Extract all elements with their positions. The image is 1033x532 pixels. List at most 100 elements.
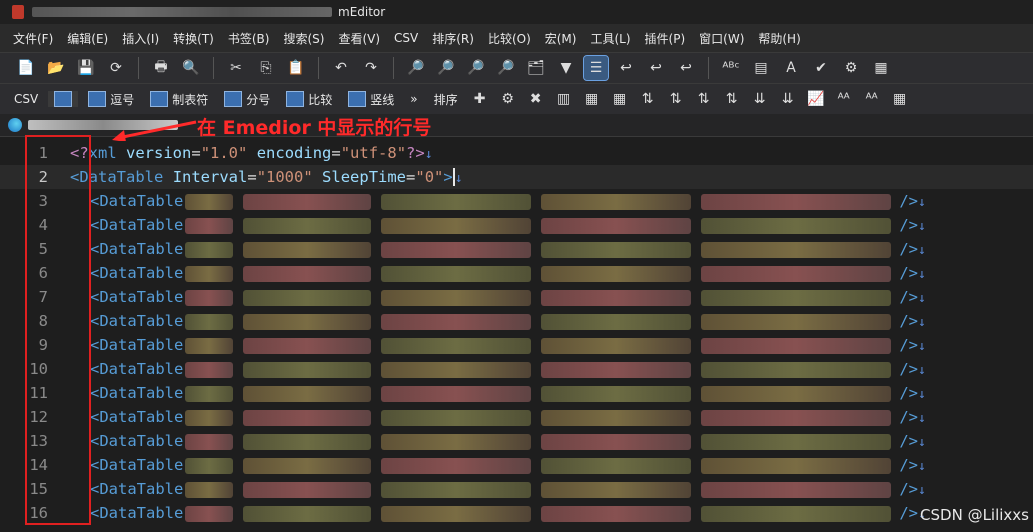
window-wrap-icon[interactable]: ↩: [644, 56, 668, 80]
more-icon[interactable]: ▦: [869, 56, 893, 80]
find-in-files-icon[interactable]: 🗂: [524, 56, 548, 80]
editor-line[interactable]: 8 <DataTable/>↓: [0, 309, 1033, 333]
blurred-attribute: [381, 361, 532, 378]
spell-check-icon[interactable]: ᴬᴮᶜ: [719, 56, 743, 80]
menu-csv[interactable]: CSV: [387, 31, 425, 45]
gear-icon[interactable]: ⚙: [496, 87, 520, 111]
find-next-icon[interactable]: 🔎: [434, 56, 458, 80]
menu-tools[interactable]: 工具(L): [583, 30, 637, 47]
copy-icon[interactable]: ⎘: [254, 56, 278, 80]
editor-area[interactable]: 1 <?xml version="1.0" encoding="utf-8"?>…: [0, 141, 1033, 532]
menu-convert[interactable]: 转换(T): [166, 30, 221, 47]
val-sleeptime: "0": [415, 167, 444, 186]
editor-line-current[interactable]: 2 <DataTable Interval="1000" SleepTime="…: [0, 165, 1033, 189]
menu-search[interactable]: 搜索(S): [276, 30, 331, 47]
paste-icon[interactable]: 📋: [284, 56, 308, 80]
cut-icon[interactable]: ✂: [224, 56, 248, 80]
editor-line[interactable]: 14 <DataTable/>↓: [0, 453, 1033, 477]
editor-line[interactable]: 9 <DataTable/>↓: [0, 333, 1033, 357]
csv-semicolon-button[interactable]: 分号: [218, 91, 276, 108]
csv-comma-button[interactable]: 逗号: [82, 91, 140, 108]
tag-datatable: <DataTable: [90, 336, 184, 354]
menu-edit[interactable]: 编辑(E): [60, 30, 115, 47]
menu-plugins[interactable]: 插件(P): [638, 30, 693, 47]
editor-line[interactable]: 10 <DataTable/>↓: [0, 357, 1033, 381]
tag-self-close: />: [899, 288, 918, 306]
newline-icon: ↓: [918, 243, 926, 258]
csv-compare-button[interactable]: 比较: [280, 91, 338, 108]
redo-icon[interactable]: ↷: [359, 56, 383, 80]
menu-help[interactable]: 帮助(H): [751, 30, 807, 47]
print-icon[interactable]: 🖶: [149, 56, 173, 80]
xml-decl-name: xml: [88, 144, 117, 162]
editor-line[interactable]: 1 <?xml version="1.0" encoding="utf-8"?>…: [0, 141, 1033, 165]
sort-num-icon[interactable]: ⇅: [692, 87, 716, 111]
outline-icon[interactable]: ▤: [749, 56, 773, 80]
editor-line[interactable]: 3 <DataTable/>↓: [0, 189, 1033, 213]
table-icon[interactable]: ▦: [608, 87, 632, 111]
blurred-attribute: [243, 505, 372, 522]
properties-icon[interactable]: ✔: [809, 56, 833, 80]
csv-label[interactable]: CSV: [8, 92, 44, 106]
plus-icon[interactable]: ✚: [468, 87, 492, 111]
window-title: mEditor: [338, 5, 386, 19]
new-file-icon[interactable]: 📄: [14, 56, 38, 80]
find-prev-icon[interactable]: 🔎: [464, 56, 488, 80]
page-wrap-icon[interactable]: ↩: [674, 56, 698, 80]
customize-icon[interactable]: ⚙: [839, 56, 863, 80]
sort-num-desc-icon[interactable]: ⇅: [720, 87, 744, 111]
replace-icon[interactable]: 🔎: [494, 56, 518, 80]
dedupe2-icon[interactable]: ᴬᴬ: [860, 87, 884, 111]
csv-pipe-button[interactable]: 竖线: [342, 91, 400, 108]
editor-line[interactable]: 11 <DataTable/>↓: [0, 381, 1033, 405]
menu-window[interactable]: 窗口(W): [692, 30, 751, 47]
reload-icon[interactable]: ⟳: [104, 56, 128, 80]
menu-compare[interactable]: 比较(O): [481, 30, 538, 47]
menu-macro[interactable]: 宏(M): [538, 30, 584, 47]
blurred-attribute: [185, 241, 234, 258]
tag-datatable: <DataTable: [90, 504, 184, 522]
blurred-attribute: [541, 385, 692, 402]
chart-icon[interactable]: 📈: [804, 87, 828, 111]
font-icon[interactable]: A: [779, 56, 803, 80]
find-icon[interactable]: 🔎: [404, 56, 428, 80]
editor-line[interactable]: 6 <DataTable/>↓: [0, 261, 1033, 285]
print-preview-icon[interactable]: 🔍: [179, 56, 203, 80]
sort-length-desc-icon[interactable]: ⇊: [776, 87, 800, 111]
chevron-right-icon[interactable]: »: [404, 92, 423, 106]
tools-icon[interactable]: ✖: [524, 87, 548, 111]
menu-insert[interactable]: 插入(I): [115, 30, 166, 47]
csv-mode-button[interactable]: [48, 91, 79, 107]
newline-icon: ↓: [918, 219, 926, 234]
filter-icon[interactable]: ▼: [554, 56, 578, 80]
columns-icon[interactable]: ▥: [552, 87, 576, 111]
editor-line[interactable]: 5 <DataTable/>↓: [0, 237, 1033, 261]
menu-file[interactable]: 文件(F): [6, 30, 60, 47]
menu-sort[interactable]: 排序(R): [425, 30, 481, 47]
editor-line[interactable]: 12 <DataTable/>↓: [0, 405, 1033, 429]
table-edit-icon[interactable]: ▦: [580, 87, 604, 111]
editor-line[interactable]: 16 <DataTable/>↓: [0, 501, 1033, 525]
blurred-attribute: [243, 313, 372, 330]
csv-tab-button[interactable]: 制表符: [144, 91, 214, 108]
menu-bookmark[interactable]: 书签(B): [221, 30, 277, 47]
blurred-attribute: [243, 217, 372, 234]
sort-az-icon[interactable]: ⇅: [636, 87, 660, 111]
editor-line[interactable]: 7 <DataTable/>↓: [0, 285, 1033, 309]
sort-length-icon[interactable]: ⇊: [748, 87, 772, 111]
wrap-icon[interactable]: ☰: [583, 55, 609, 81]
sort-za-icon[interactable]: ⇅: [664, 87, 688, 111]
more-grid-icon[interactable]: ▦: [888, 87, 912, 111]
editor-line[interactable]: 4 <DataTable/>↓: [0, 213, 1033, 237]
open-folder-icon[interactable]: 📂: [44, 56, 68, 80]
sort-label[interactable]: 排序: [428, 91, 464, 108]
word-wrap-icon[interactable]: ↩: [614, 56, 638, 80]
menu-view[interactable]: 查看(V): [331, 30, 387, 47]
editor-line[interactable]: 15 <DataTable/>↓: [0, 477, 1033, 501]
dedupe-icon[interactable]: ᴬᴬ: [832, 87, 856, 111]
undo-icon[interactable]: ↶: [329, 56, 353, 80]
blurred-attribute: [381, 385, 532, 402]
blurred-attribute: [541, 265, 692, 282]
editor-line[interactable]: 13 <DataTable/>↓: [0, 429, 1033, 453]
save-icon[interactable]: 💾: [74, 56, 98, 80]
